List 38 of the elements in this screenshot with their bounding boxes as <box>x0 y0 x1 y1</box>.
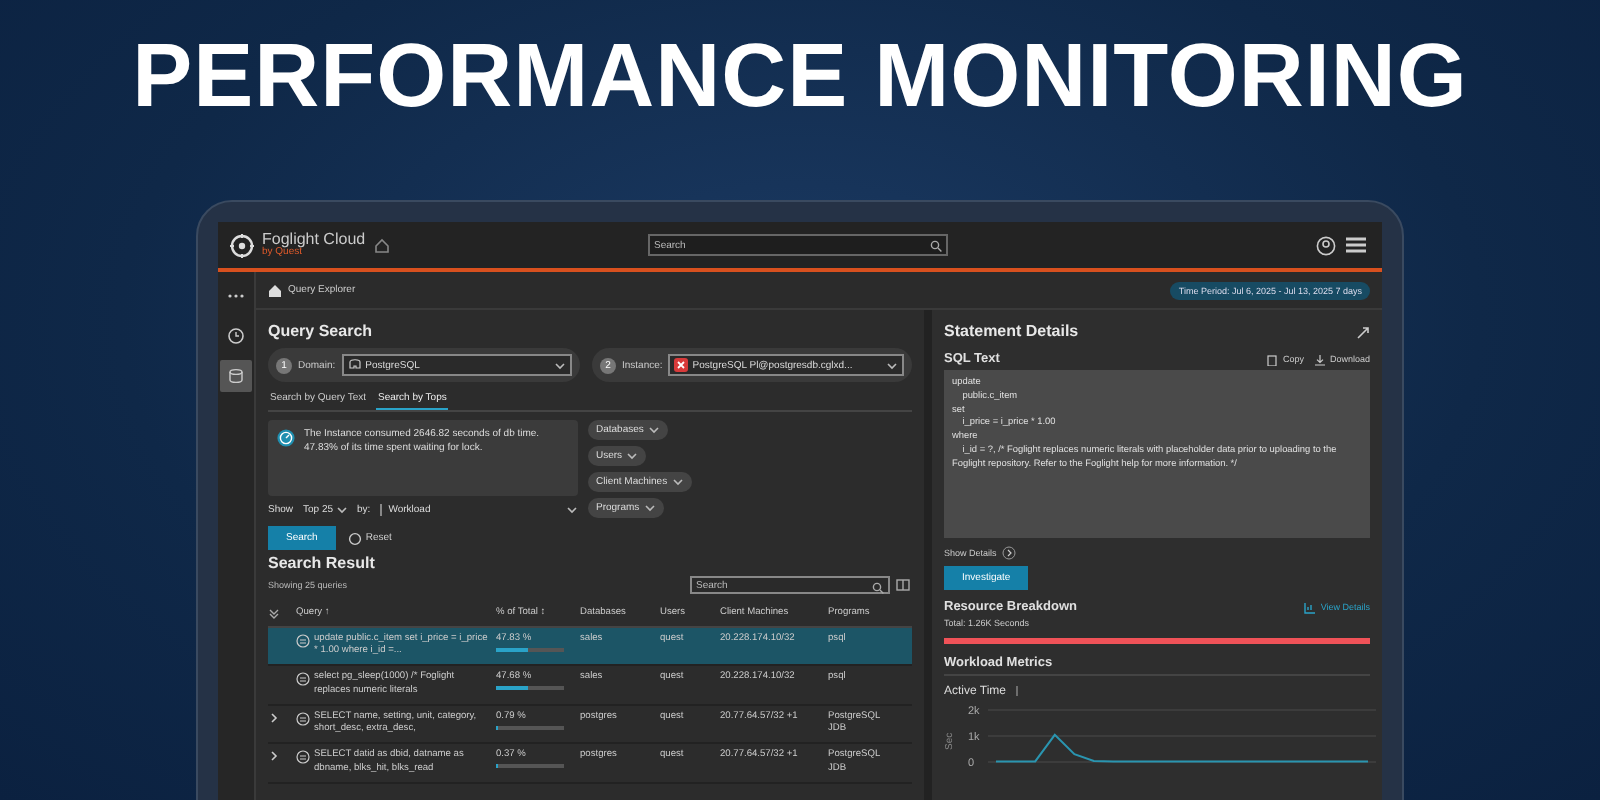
error-icon[interactable] <box>674 358 689 372</box>
info-icon[interactable] <box>1012 684 1023 698</box>
home-icon[interactable] <box>373 237 390 253</box>
database-icon[interactable] <box>220 360 252 392</box>
chevron-circle-icon[interactable] <box>1002 546 1017 560</box>
menu-icon[interactable] <box>1346 236 1366 254</box>
reset-icon[interactable] <box>347 531 362 545</box>
download-icon[interactable] <box>1313 353 1326 365</box>
query-icon[interactable] <box>296 634 310 648</box>
home-icon[interactable] <box>268 283 282 297</box>
columns-icon[interactable] <box>896 577 912 593</box>
chevron-right-icon[interactable] <box>268 750 280 763</box>
query-icon[interactable] <box>296 750 310 765</box>
copy-icon[interactable] <box>1266 353 1279 365</box>
caret-icon[interactable] <box>643 502 656 514</box>
section-title: Search Result <box>268 554 377 572</box>
caret-icon[interactable] <box>626 450 639 462</box>
chart-icon[interactable] <box>1304 601 1317 613</box>
panel-title: Query Search <box>268 322 375 340</box>
expand-icon[interactable] <box>1356 326 1370 340</box>
user-icon[interactable] <box>1316 235 1336 255</box>
brand-name: Foglight Cloud <box>262 232 366 248</box>
caret-icon[interactable] <box>554 359 566 371</box>
panel-title: Statement Details <box>944 322 1079 340</box>
caret-icon[interactable] <box>335 504 348 516</box>
search-icon[interactable] <box>930 240 942 252</box>
chevron-right-icon[interactable] <box>268 711 280 724</box>
caret-icon[interactable] <box>647 424 660 436</box>
caret-icon[interactable] <box>671 476 684 488</box>
headline: PERFORMANCE MONITORING <box>132 22 1468 130</box>
gauge-icon[interactable] <box>276 428 296 448</box>
logo-icon[interactable] <box>230 233 254 257</box>
search-icon[interactable] <box>872 582 884 594</box>
expand-all-icon[interactable] <box>268 608 280 620</box>
query-icon[interactable] <box>296 672 310 687</box>
caret-icon[interactable] <box>566 504 578 516</box>
caret-icon[interactable] <box>886 359 898 371</box>
query-icon[interactable] <box>296 711 310 726</box>
